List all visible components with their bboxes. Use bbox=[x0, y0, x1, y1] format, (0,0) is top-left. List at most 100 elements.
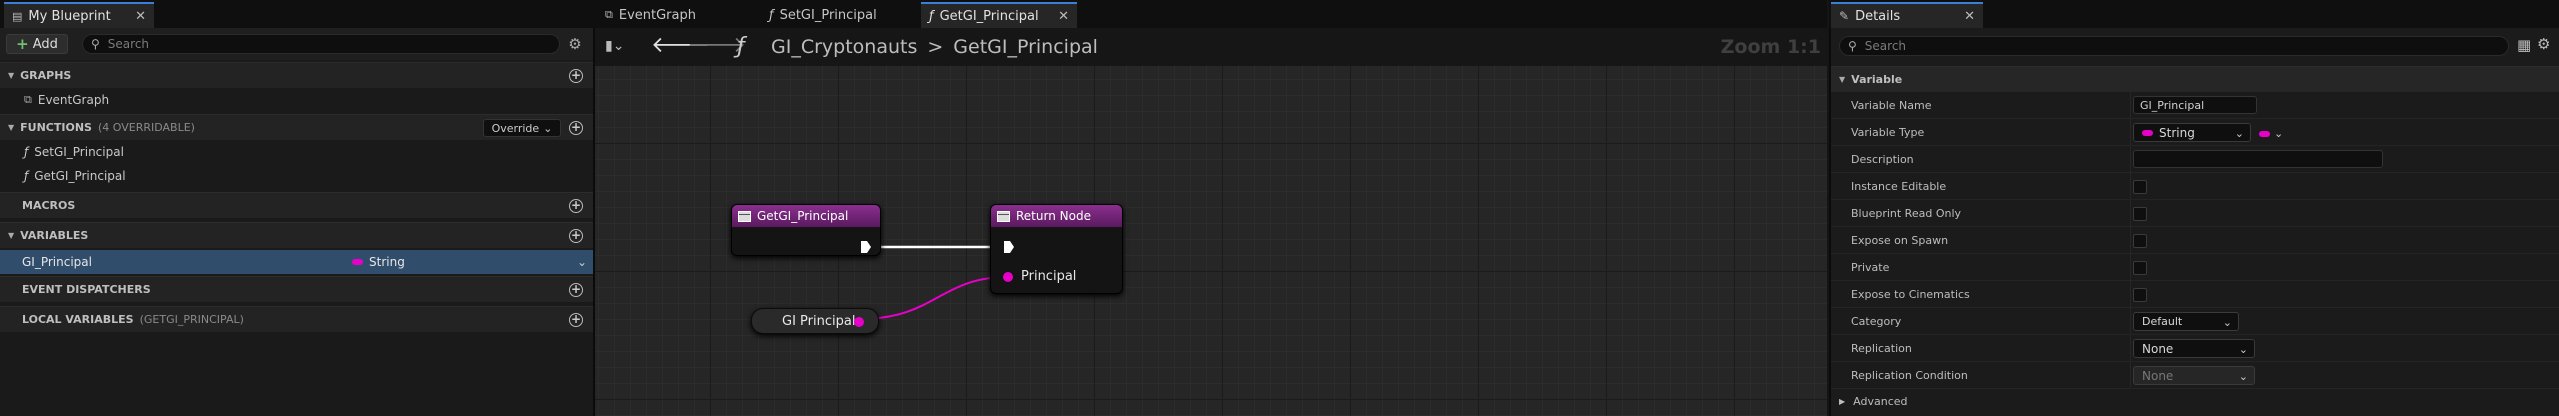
event-graph-icon: ⧉ bbox=[605, 8, 613, 21]
section-variables[interactable]: ▼ VARIABLES + bbox=[0, 222, 593, 248]
variable-type-dropdown[interactable]: String ⌄ bbox=[2133, 123, 2251, 142]
graph-tabstrip: ⧉ EventGraph ƒ SetGI_Principal ƒ GetGI_P… bbox=[595, 0, 1827, 29]
function-entry-node-header: GetGI_Principal bbox=[732, 205, 880, 227]
function-icon: ƒ bbox=[769, 7, 774, 23]
column-divider bbox=[2130, 227, 2131, 253]
private-checkbox[interactable] bbox=[2133, 261, 2147, 275]
section-local-variables[interactable]: LOCAL VARIABLES (GETGI_PRINCIPAL) + bbox=[0, 306, 593, 332]
my-blueprint-toolbar: + Add ⚲ ⚙ bbox=[0, 28, 593, 60]
add-button-label: Add bbox=[32, 36, 58, 52]
function-icon: ƒ bbox=[24, 145, 29, 159]
section-variable[interactable]: ▼ Variable bbox=[1831, 66, 2559, 92]
chevron-down-icon: ⌄ bbox=[2222, 316, 2232, 329]
add-variable-icon[interactable]: + bbox=[569, 228, 583, 243]
exec-out-pin-icon[interactable] bbox=[860, 240, 872, 254]
add-graph-icon[interactable]: + bbox=[569, 68, 583, 83]
list-item-function[interactable]: ƒ GetGI_Principal bbox=[0, 164, 593, 188]
string-in-pin-icon[interactable] bbox=[1003, 272, 1013, 282]
string-type-pill-icon bbox=[2142, 129, 2153, 136]
add-event-dispatcher-icon[interactable]: + bbox=[569, 282, 583, 297]
section-event-dispatchers[interactable]: EVENT DISPATCHERS + bbox=[0, 276, 593, 302]
my-blueprint-search-input[interactable] bbox=[105, 36, 559, 52]
tab-details[interactable]: ✎ Details ✕ bbox=[1831, 2, 1983, 28]
chevron-down-icon[interactable]: ⌄ bbox=[577, 255, 587, 269]
function-icon: ƒ bbox=[24, 169, 29, 183]
section-advanced-label: Advanced bbox=[1853, 394, 1908, 408]
replication-dropdown[interactable]: None ⌄ bbox=[2133, 339, 2255, 358]
collapsed-arrow-icon: ▶ bbox=[1839, 396, 1846, 406]
add-macro-icon[interactable]: + bbox=[569, 198, 583, 213]
tab-getgi-principal[interactable]: ƒ GetGI_Principal ✕ bbox=[921, 2, 1077, 28]
variable-name-field[interactable]: GI_Principal bbox=[2133, 96, 2257, 114]
exec-in-pin-icon[interactable] bbox=[1003, 240, 1015, 254]
column-divider bbox=[2130, 308, 2131, 334]
variable-type-value: String bbox=[2159, 125, 2195, 140]
close-icon[interactable]: ✕ bbox=[1964, 9, 1975, 24]
description-field[interactable] bbox=[2133, 150, 2383, 168]
add-function-icon[interactable]: + bbox=[569, 120, 583, 135]
close-icon[interactable]: ✕ bbox=[135, 9, 146, 24]
close-icon[interactable]: ✕ bbox=[1058, 9, 1069, 24]
column-divider bbox=[2130, 254, 2131, 280]
return-node-icon bbox=[997, 210, 1010, 222]
expanded-arrow-icon: ▼ bbox=[1839, 75, 1846, 84]
tab-details-label: Details bbox=[1855, 8, 1901, 24]
prop-description: Description bbox=[1831, 146, 2559, 173]
list-item-eventgraph[interactable]: ⧉ EventGraph bbox=[0, 88, 593, 112]
tab-eventgraph[interactable]: ⧉ EventGraph bbox=[597, 2, 757, 28]
container-type-dropdown[interactable]: ⌄ bbox=[2259, 127, 2283, 140]
return-node-header: Return Node bbox=[991, 205, 1122, 227]
variable-row-gi-principal[interactable]: GI_Principal String ⌄ bbox=[0, 250, 593, 274]
function-icon: ƒ bbox=[929, 8, 934, 24]
prop-label: Variable Name bbox=[1851, 99, 1932, 112]
section-variables-label: VARIABLES bbox=[20, 229, 89, 242]
section-variable-label: Variable bbox=[1851, 73, 1903, 86]
add-local-variable-icon[interactable]: + bbox=[569, 312, 583, 327]
prop-expose-on-spawn: Expose on Spawn bbox=[1831, 227, 2559, 254]
details-search[interactable]: ⚲ bbox=[1839, 36, 2509, 56]
override-dropdown[interactable]: Override ⌄ bbox=[483, 119, 561, 137]
add-button[interactable]: + Add bbox=[6, 34, 68, 54]
prop-private: Private bbox=[1831, 254, 2559, 281]
column-divider bbox=[2130, 335, 2131, 361]
string-out-pin-icon[interactable] bbox=[854, 317, 864, 327]
expose-on-spawn-checkbox[interactable] bbox=[2133, 234, 2147, 248]
string-type-pill-icon bbox=[352, 259, 363, 265]
plus-icon: + bbox=[16, 35, 29, 53]
column-divider bbox=[2130, 281, 2131, 307]
prop-category: Category Default ⌄ bbox=[1831, 308, 2559, 335]
details-search-input[interactable] bbox=[1862, 38, 2508, 54]
section-advanced[interactable]: ▶ Advanced bbox=[1831, 389, 2559, 413]
my-blueprint-search[interactable]: ⚲ bbox=[82, 34, 560, 54]
return-node[interactable]: Return Node Principal bbox=[990, 204, 1123, 294]
section-functions-label: FUNCTIONS bbox=[20, 121, 92, 134]
gear-icon[interactable]: ⚙ bbox=[2537, 35, 2550, 53]
column-divider bbox=[2130, 119, 2131, 145]
section-event-dispatchers-label: EVENT DISPATCHERS bbox=[22, 283, 151, 296]
section-local-variables-sub: (GETGI_PRINCIPAL) bbox=[139, 313, 244, 326]
gear-icon[interactable]: ⚙ bbox=[566, 35, 584, 53]
instance-editable-checkbox[interactable] bbox=[2133, 180, 2147, 194]
search-icon: ⚲ bbox=[1848, 39, 1857, 53]
grid-view-icon[interactable]: ▦ bbox=[2517, 36, 2531, 54]
list-item-function[interactable]: ƒ SetGI_Principal bbox=[0, 140, 593, 164]
chevron-down-icon: ⌄ bbox=[2238, 343, 2248, 356]
getter-node-label: GI Principal bbox=[782, 313, 856, 329]
prop-expose-to-cinematics: Expose to Cinematics bbox=[1831, 281, 2559, 308]
details-panel: ⚲ ▦ ⚙ ▼ Variable Variable Name GI_Princi… bbox=[1829, 28, 2559, 416]
category-combobox[interactable]: Default ⌄ bbox=[2133, 312, 2239, 331]
prop-label: Replication Condition bbox=[1851, 369, 1968, 382]
graph-canvas[interactable]: ▮⌄ 🡐 🡒 ƒ GI_Cryptonauts > GetGI_Principa… bbox=[595, 28, 1827, 416]
prop-replication: Replication None ⌄ bbox=[1831, 335, 2559, 362]
prop-label: Blueprint Read Only bbox=[1851, 207, 1962, 220]
variable-getter-node[interactable]: GI Principal bbox=[751, 308, 879, 334]
section-functions[interactable]: ▼ FUNCTIONS (4 OVERRIDABLE) Override ⌄ + bbox=[0, 114, 593, 140]
function-entry-node[interactable]: GetGI_Principal bbox=[731, 204, 881, 256]
expose-to-cinematics-checkbox[interactable] bbox=[2133, 288, 2147, 302]
list-item-label: EventGraph bbox=[37, 93, 110, 107]
blueprint-read-only-checkbox[interactable] bbox=[2133, 207, 2147, 221]
section-macros[interactable]: MACROS + bbox=[0, 192, 593, 218]
section-graphs[interactable]: ▼ GRAPHS + bbox=[0, 62, 593, 88]
tab-my-blueprint[interactable]: ▤ My Blueprint ✕ bbox=[4, 2, 154, 28]
expanded-arrow-icon: ▼ bbox=[8, 231, 15, 240]
